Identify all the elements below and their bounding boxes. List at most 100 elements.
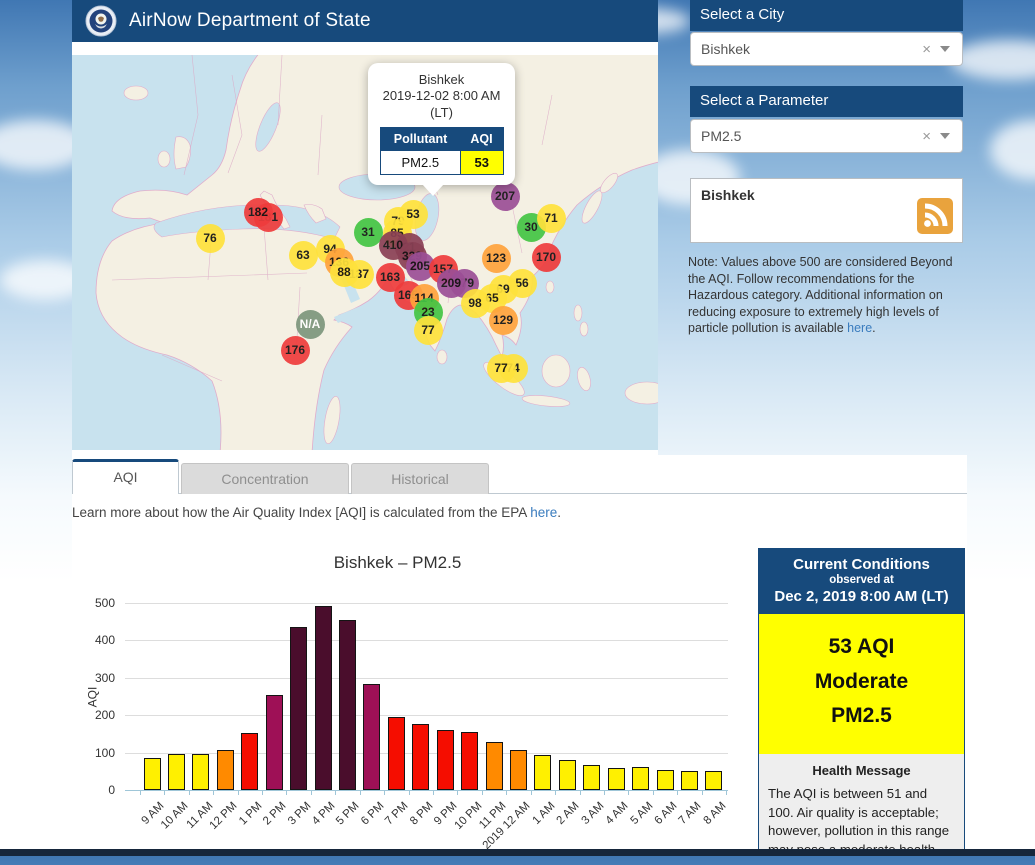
cc-subtitle: observed at <box>763 574 960 586</box>
rss-city-label: Bishkek <box>701 187 952 203</box>
aqi-map-marker[interactable]: 31 <box>354 218 383 247</box>
x-axis-tick <box>311 790 312 795</box>
x-axis-tick <box>702 790 703 795</box>
learn-more-body: Learn more about how the Air Quality Ind… <box>72 505 527 520</box>
chart-bar[interactable] <box>363 684 380 790</box>
aqi-map-marker[interactable]: 182 <box>244 198 273 227</box>
chart-baseline <box>125 790 728 791</box>
chart-ylabel: AQI <box>85 687 99 708</box>
chart-bar[interactable] <box>315 606 332 791</box>
chart-bar[interactable] <box>632 767 649 790</box>
chart-bar[interactable] <box>144 758 161 790</box>
city-clear-icon[interactable]: × <box>913 41 940 58</box>
chart-bar[interactable] <box>461 732 478 790</box>
cloud-decoration <box>990 120 1035 180</box>
popup-pointer <box>422 184 444 196</box>
aqi-map-marker[interactable]: 209 <box>437 269 466 298</box>
note-period: . <box>872 321 875 335</box>
popup-aqi-value: 53 <box>461 150 503 174</box>
x-axis-tick <box>726 790 727 795</box>
chart-bar[interactable] <box>168 754 185 790</box>
y-axis-tick-label: 500 <box>75 596 115 610</box>
note-link[interactable]: here <box>847 321 872 335</box>
x-axis-tick <box>189 790 190 795</box>
learn-more-text: Learn more about how the Air Quality Ind… <box>72 505 561 520</box>
x-axis-tick <box>164 790 165 795</box>
popup-pollutant-value: PM2.5 <box>380 150 461 174</box>
rss-icon[interactable] <box>917 198 953 234</box>
aqi-map-marker[interactable]: 53 <box>399 200 428 229</box>
chart-bar[interactable] <box>534 755 551 790</box>
aqi-map-marker[interactable]: 88 <box>330 258 359 287</box>
tab-aqi[interactable]: AQI <box>72 459 179 494</box>
y-axis-tick-label: 400 <box>75 633 115 647</box>
x-axis-tick <box>360 790 361 795</box>
tab-historical[interactable]: Historical <box>351 463 489 494</box>
aqi-map-marker[interactable]: 77 <box>414 316 443 345</box>
current-conditions-panel: Current Conditions observed at Dec 2, 20… <box>758 548 965 856</box>
x-axis-tick <box>384 790 385 795</box>
tab-concentration[interactable]: Concentration <box>181 463 349 494</box>
aqi-map-marker[interactable]: 76 <box>196 224 225 253</box>
chart-bar[interactable] <box>290 627 307 790</box>
learn-more-period: . <box>557 505 561 520</box>
aqi-map-marker[interactable]: N/A <box>296 310 325 339</box>
chart-bar[interactable] <box>705 771 722 790</box>
parameter-chevron-down-icon[interactable] <box>940 133 950 139</box>
chart-bar[interactable] <box>510 750 527 790</box>
popup-city: Bishkek <box>376 72 507 88</box>
x-axis-tick <box>286 790 287 795</box>
tab-bar: AQI Concentration Historical <box>72 459 967 494</box>
chart-gridline <box>125 640 728 641</box>
x-axis-tick <box>482 790 483 795</box>
learn-more-link[interactable]: here <box>530 505 557 520</box>
aqi-map-marker[interactable]: 98 <box>461 289 490 318</box>
health-message-title: Health Message <box>768 763 955 778</box>
parameter-clear-icon[interactable]: × <box>913 128 940 145</box>
aqi-map-marker[interactable]: 170 <box>532 243 561 272</box>
chart-bar[interactable] <box>266 695 283 790</box>
parameter-select[interactable]: PM2.5 × <box>690 119 963 153</box>
aqi-map-marker[interactable]: 176 <box>281 336 310 365</box>
cc-datetime: Dec 2, 2019 8:00 AM (LT) <box>763 588 960 605</box>
x-axis-tick <box>409 790 410 795</box>
chart-bar[interactable] <box>559 760 576 790</box>
chart-bar[interactable] <box>608 768 625 790</box>
chart-bar[interactable] <box>388 717 405 790</box>
aqi-map-marker[interactable]: 77 <box>487 354 516 383</box>
chart-bar[interactable] <box>241 733 258 790</box>
chart-bar[interactable] <box>192 754 209 790</box>
popup-table: Pollutant AQI PM2.5 53 <box>380 127 504 175</box>
cc-title: Current Conditions <box>763 556 960 573</box>
chart-bar[interactable] <box>339 620 356 790</box>
x-axis-tick <box>238 790 239 795</box>
chart-bar[interactable] <box>657 770 674 790</box>
health-message-block: Health Message The AQI is between 51 and… <box>759 754 964 856</box>
city-select[interactable]: Bishkek × <box>690 32 963 66</box>
x-axis-tick <box>506 790 507 795</box>
basemap-land <box>72 55 658 450</box>
y-axis-tick-label: 0 <box>75 783 115 797</box>
aqi-map-marker[interactable]: 123 <box>482 244 511 273</box>
cc-aqi-value: 53 AQI <box>765 630 958 665</box>
aqi-map-marker[interactable]: 129 <box>489 306 518 335</box>
chart-bar[interactable] <box>217 750 234 791</box>
chart-bar[interactable] <box>583 765 600 790</box>
chart-bar[interactable] <box>486 742 503 790</box>
x-axis-tick <box>580 790 581 795</box>
popup-datetime: 2019-12-02 8:00 AM (LT) <box>376 88 507 121</box>
popup-col-aqi: AQI <box>461 127 503 150</box>
city-chevron-down-icon[interactable] <box>940 46 950 52</box>
chart-bar[interactable] <box>437 730 454 790</box>
world-map[interactable]: 1811827663941361378831798553214103292051… <box>72 55 658 450</box>
aqi-map-marker[interactable]: 207 <box>491 182 520 211</box>
chart-bar[interactable] <box>681 771 698 790</box>
aqi-map-marker[interactable]: 71 <box>537 204 566 233</box>
x-axis-tick <box>555 790 556 795</box>
footer-bar <box>0 849 1035 856</box>
chart-gridline <box>125 678 728 679</box>
x-axis-tick <box>457 790 458 795</box>
aqi-map-marker[interactable]: 63 <box>289 241 318 270</box>
select-city-header: Select a City <box>690 0 963 31</box>
chart-bar[interactable] <box>412 724 429 790</box>
